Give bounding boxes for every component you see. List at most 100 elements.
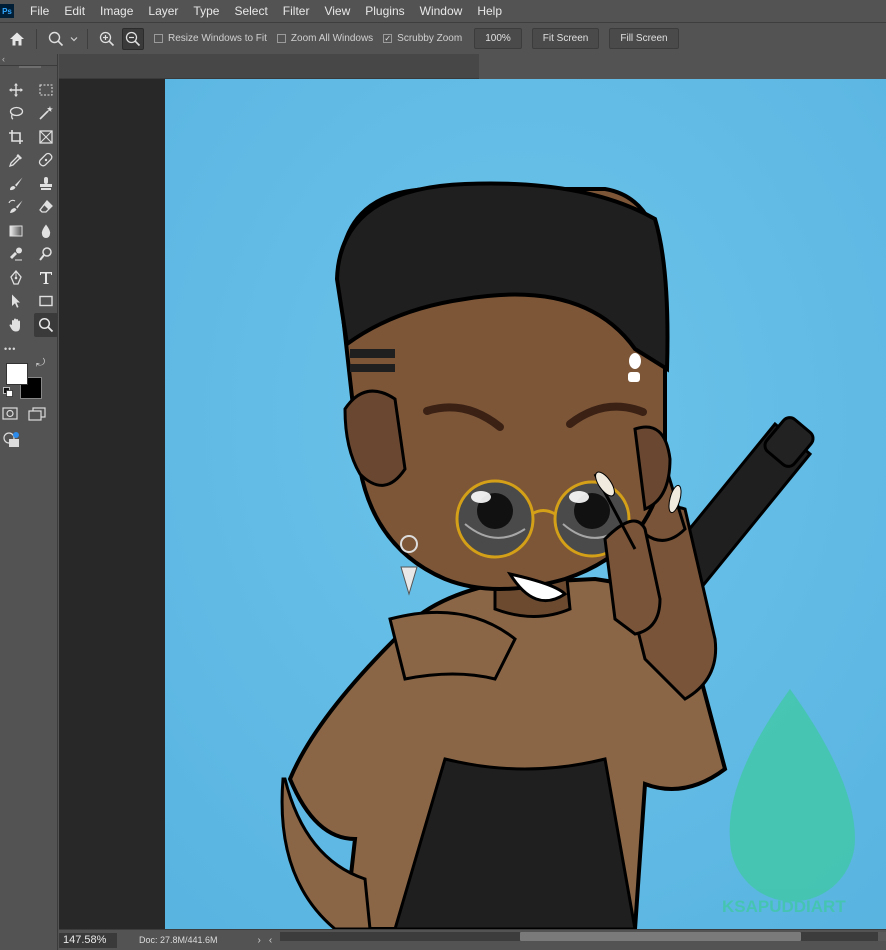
- clone-stamp-tool[interactable]: [34, 172, 58, 196]
- healing-brush-tool[interactable]: [34, 149, 58, 173]
- eyedropper-tool[interactable]: [4, 149, 28, 173]
- collapse-chevron[interactable]: ‹: [2, 54, 5, 64]
- options-bar: Resize Windows to Fit Zoom All Windows ✓…: [0, 22, 886, 54]
- lasso-tool-icon: [9, 107, 24, 120]
- eraser-icon: [39, 200, 53, 213]
- move-tool[interactable]: [4, 78, 28, 102]
- scrubby-zoom-checkbox[interactable]: ✓ Scrubby Zoom: [383, 33, 462, 44]
- zoom-level-field[interactable]: 147.58%: [59, 932, 117, 948]
- swap-colors-icon[interactable]: ⤾: [36, 357, 45, 370]
- eraser-tool[interactable]: [34, 196, 58, 220]
- rectangle-tool-icon: [39, 296, 53, 307]
- path-selection-icon: [12, 294, 20, 308]
- dodge-tool[interactable]: [4, 243, 28, 267]
- rectangle-tool[interactable]: [34, 290, 58, 314]
- color-swatches: ⤾: [0, 357, 57, 405]
- crop-tool[interactable]: [4, 125, 28, 149]
- tools-panel-collapse[interactable]: ‹: [0, 54, 57, 68]
- fill-screen-button[interactable]: Fill Screen: [609, 28, 679, 49]
- menu-edit[interactable]: Edit: [56, 4, 92, 18]
- dodge-tool-icon: [10, 247, 22, 261]
- fit-screen-button[interactable]: Fit Screen: [531, 28, 600, 49]
- document-size-info[interactable]: Doc: 27.8M/441.6M: [139, 935, 218, 945]
- checkbox-box[interactable]: [276, 34, 286, 43]
- edit-toolbar-button[interactable]: •••: [0, 337, 57, 354]
- menu-file[interactable]: File: [22, 4, 56, 18]
- menu-bar: Ps File Edit Image Layer Type Select Fil…: [0, 0, 886, 22]
- document-canvas[interactable]: KSAPUDDIART: [165, 79, 886, 929]
- zoom-tool[interactable]: [34, 313, 58, 337]
- chevron-down-icon[interactable]: [69, 34, 79, 44]
- foreground-color-swatch[interactable]: [6, 362, 28, 385]
- type-tool-icon: [40, 271, 52, 284]
- marquee-tool-icon: [39, 84, 53, 96]
- zoom-out-icon: [125, 31, 141, 46]
- zoom-out-button[interactable]: [122, 27, 144, 50]
- menu-select[interactable]: Select: [226, 4, 274, 18]
- gradient-tool-icon: [9, 225, 23, 237]
- zoom-tool-preset-button[interactable]: [45, 28, 67, 50]
- magnifier-icon: [48, 31, 64, 46]
- magic-wand-icon: [39, 106, 53, 120]
- path-selection-tool[interactable]: [4, 290, 28, 314]
- default-colors-icon[interactable]: [3, 386, 13, 397]
- resize-windows-label: Resize Windows to Fit: [168, 33, 267, 44]
- move-tool-icon: [9, 82, 23, 97]
- frame-tool[interactable]: [34, 125, 58, 149]
- home-icon: [10, 32, 24, 45]
- content-credentials-icon[interactable]: [2, 431, 20, 449]
- blur-tool[interactable]: [34, 219, 58, 243]
- healing-brush-icon: [38, 153, 53, 167]
- smudge-tool-icon: [39, 247, 52, 261]
- zoom-in-button[interactable]: [96, 28, 118, 50]
- photoshop-logo[interactable]: Ps: [0, 4, 14, 18]
- hand-tool-icon: [9, 318, 20, 332]
- hand-tool[interactable]: [4, 313, 28, 337]
- zoom-all-windows-checkbox[interactable]: Zoom All Windows: [276, 33, 373, 44]
- type-tool[interactable]: [34, 266, 58, 290]
- menu-image[interactable]: Image: [92, 4, 140, 18]
- menu-layer[interactable]: Layer: [140, 4, 185, 18]
- tool-grid: [0, 66, 58, 337]
- clone-stamp-icon: [40, 176, 52, 190]
- share-row: [0, 421, 57, 454]
- zoom-tool-icon: [38, 317, 54, 332]
- resize-windows-checkbox[interactable]: Resize Windows to Fit: [154, 33, 267, 44]
- horizontal-scrollbar-thumb[interactable]: [520, 932, 801, 941]
- status-menu-arrow[interactable]: ›: [258, 935, 261, 946]
- blur-tool-icon: [41, 224, 51, 238]
- menu-view[interactable]: View: [316, 4, 357, 18]
- tools-panel: ‹ ••• ⤾: [0, 54, 58, 950]
- magic-wand-tool[interactable]: [34, 102, 58, 126]
- tab-strip-empty: [479, 54, 886, 79]
- quick-mask-icon[interactable]: [2, 406, 18, 421]
- marquee-tool[interactable]: [34, 78, 58, 102]
- zoom-100-button[interactable]: 100%: [474, 28, 522, 49]
- checkbox-box-checked[interactable]: ✓: [383, 34, 393, 43]
- menu-type[interactable]: Type: [185, 4, 226, 18]
- menu-plugins[interactable]: Plugins: [357, 4, 411, 18]
- pen-tool-icon: [10, 269, 22, 285]
- scroll-left-arrow[interactable]: ‹: [269, 935, 272, 946]
- artwork-illustration: KSAPUDDIART: [165, 79, 886, 929]
- pen-tool[interactable]: [4, 266, 28, 290]
- zoom-in-icon: [99, 31, 115, 46]
- home-button[interactable]: [6, 28, 28, 50]
- scrubby-zoom-label: Scrubby Zoom: [397, 33, 463, 44]
- checkbox-box[interactable]: [154, 34, 163, 43]
- document-tab-strip[interactable]: [59, 54, 479, 79]
- divider: [87, 28, 88, 49]
- brush-tool-icon: [10, 177, 23, 190]
- menu-help[interactable]: Help: [469, 4, 509, 18]
- menu-window[interactable]: Window: [412, 4, 470, 18]
- scroll-right-button[interactable]: [878, 932, 886, 941]
- history-brush-tool[interactable]: [4, 196, 28, 220]
- brush-tool[interactable]: [4, 172, 28, 196]
- eyedropper-icon: [8, 154, 22, 168]
- menu-filter[interactable]: Filter: [275, 4, 317, 18]
- lasso-tool[interactable]: [4, 102, 28, 126]
- history-brush-icon: [8, 200, 23, 214]
- smudge-tool[interactable]: [34, 243, 58, 267]
- gradient-tool[interactable]: [4, 219, 28, 243]
- screen-mode-icon[interactable]: [28, 406, 48, 421]
